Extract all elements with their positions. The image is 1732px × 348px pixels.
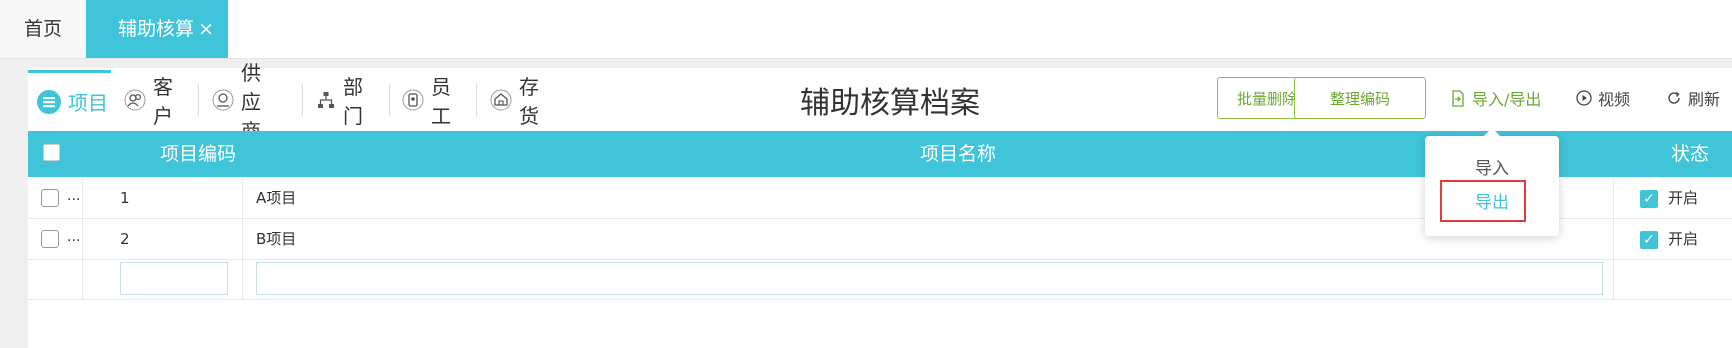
- tab-bar: 首页 辅助核算 ×: [0, 0, 1732, 59]
- status-checkbox[interactable]: ✓: [1640, 190, 1658, 208]
- refresh-button[interactable]: 刷新: [1666, 84, 1720, 112]
- close-icon[interactable]: ×: [198, 0, 214, 58]
- tab-department[interactable]: 部门: [316, 70, 363, 130]
- column-divider: [1613, 260, 1614, 300]
- column-divider: [82, 219, 83, 259]
- tab-supplier[interactable]: 供应商: [212, 61, 261, 143]
- page-title: 辅助核算档案: [800, 86, 980, 121]
- tab-project[interactable]: 项目: [28, 70, 111, 130]
- row-checkbox[interactable]: [41, 230, 59, 248]
- tab-label: 辅助核算: [118, 18, 195, 40]
- tab-divider: [302, 84, 303, 116]
- export-highlight-box: [1440, 180, 1526, 222]
- tab-customer-label: 客户: [153, 75, 173, 128]
- org-chart-icon: [316, 90, 336, 110]
- column-divider: [1613, 219, 1614, 259]
- cell-status: 开启: [1668, 189, 1699, 207]
- header-project-name: 项目名称: [919, 143, 996, 165]
- dropdown-caret: [1484, 128, 1500, 136]
- list-icon: [37, 89, 61, 114]
- tab-inventory-label: 存货: [519, 75, 539, 128]
- tab-department-label: 部门: [343, 75, 363, 128]
- menu-item-import[interactable]: 导入: [1425, 154, 1559, 179]
- badge-icon: [402, 89, 424, 111]
- tab-divider: [198, 84, 199, 116]
- cell-project-name: A项目: [256, 189, 297, 207]
- new-project-code-input[interactable]: [120, 262, 228, 295]
- cell-status: 开启: [1668, 230, 1699, 248]
- supplier-icon: [212, 89, 234, 111]
- refresh-icon: [1666, 90, 1682, 106]
- column-divider: [82, 178, 83, 218]
- import-export-label: 导入/导出: [1472, 90, 1542, 109]
- import-export-button[interactable]: 导入/导出: [1450, 84, 1541, 112]
- video-button[interactable]: 视频: [1576, 84, 1630, 112]
- tab-customer[interactable]: 客户: [124, 70, 173, 130]
- header-project-code: 项目编码: [159, 143, 236, 165]
- tab-home[interactable]: 首页: [0, 0, 86, 58]
- cell-project-name: B项目: [256, 230, 297, 248]
- tab-divider: [389, 84, 390, 116]
- new-project-name-input[interactable]: [256, 262, 1603, 295]
- tab-employee[interactable]: 员工: [402, 70, 451, 130]
- tab-divider: [476, 84, 477, 116]
- select-all-checkbox[interactable]: [43, 144, 60, 161]
- sort-codes-button[interactable]: 整理编码: [1294, 77, 1426, 119]
- import-file-icon: [1450, 89, 1466, 107]
- warehouse-icon: [490, 89, 512, 111]
- tab-employee-label: 员工: [431, 75, 451, 128]
- row-more-menu[interactable]: ...: [67, 219, 80, 255]
- tab-project-label: 项目: [68, 91, 108, 115]
- import-export-dropdown: 导入 导出: [1425, 128, 1559, 236]
- cell-project-code: 2: [120, 230, 130, 248]
- users-icon: [124, 89, 146, 111]
- video-label: 视频: [1598, 90, 1631, 109]
- cell-project-code: 1: [120, 189, 130, 207]
- tab-auxiliary-accounting[interactable]: 辅助核算 ×: [86, 0, 228, 58]
- row-more-menu[interactable]: ...: [67, 178, 80, 214]
- column-divider: [1613, 178, 1614, 218]
- row-checkbox[interactable]: [41, 189, 59, 207]
- column-divider: [242, 219, 243, 259]
- refresh-label: 刷新: [1688, 90, 1721, 109]
- play-icon: [1576, 90, 1592, 106]
- column-divider: [82, 260, 83, 300]
- column-divider: [242, 260, 243, 300]
- tab-inventory[interactable]: 存货: [490, 70, 539, 130]
- header-status: 状态: [1670, 143, 1709, 165]
- column-divider: [242, 178, 243, 218]
- status-checkbox[interactable]: ✓: [1640, 231, 1658, 249]
